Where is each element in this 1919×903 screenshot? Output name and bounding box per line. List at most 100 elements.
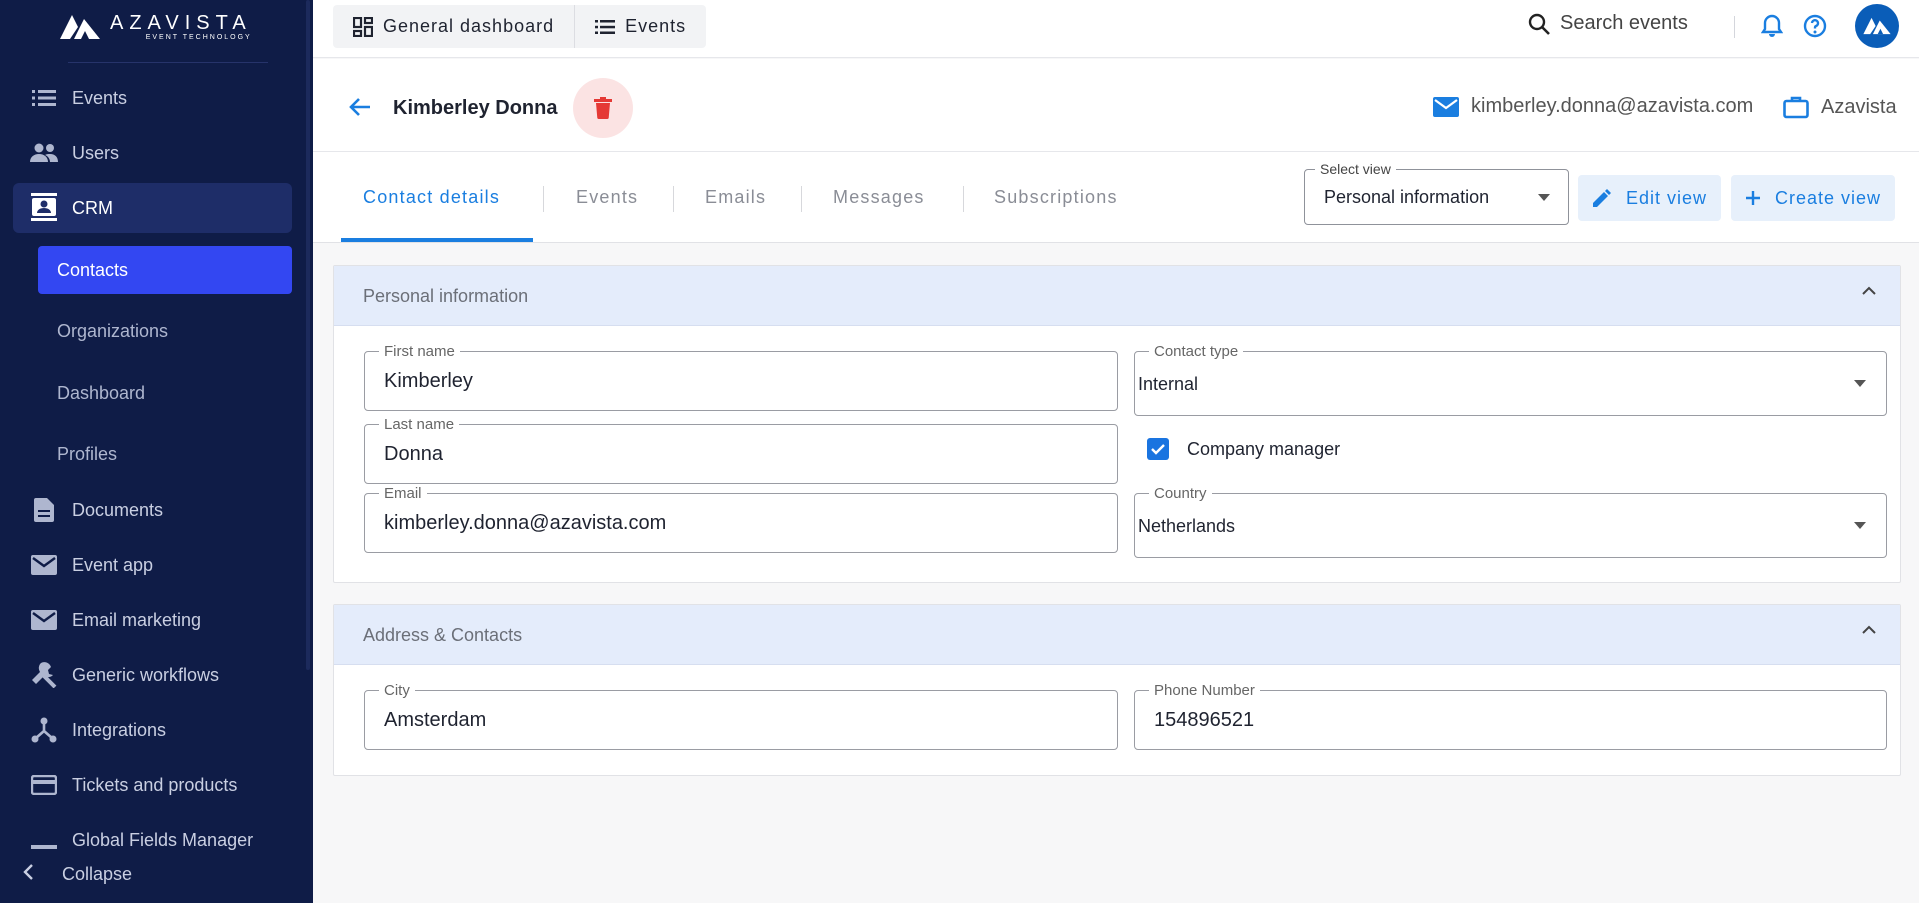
sidebar-item-crm[interactable]: CRM [13, 183, 292, 233]
back-button[interactable] [349, 97, 371, 122]
company-manager-checkbox[interactable]: Company manager [1147, 438, 1340, 460]
select-view-value: Personal information [1324, 187, 1490, 207]
sidebar-item-label: Event app [72, 554, 154, 575]
sidebar-subitem-profiles[interactable]: Profiles [38, 430, 292, 478]
sidebar-item-label: Email marketing [72, 609, 202, 630]
mail-icon [30, 608, 58, 632]
top-tabs: General dashboard Events [333, 5, 707, 48]
city-field[interactable]: City Amsterdam [364, 682, 1118, 750]
brand-tagline: EVENT TECHNOLOGY [145, 33, 252, 41]
list-icon [595, 19, 616, 34]
contact-tabs: Contact details Events Emails Messages S… [313, 152, 1919, 243]
top-tab-general-dashboard[interactable]: General dashboard [333, 5, 574, 48]
sidebar-item-event-app[interactable]: Event app [0, 541, 313, 589]
integration-icon [30, 717, 58, 743]
sidebar-item-label: Global Fields Manager [72, 829, 254, 850]
first-name-label: First name [379, 343, 460, 360]
sidebar-subitem-contacts[interactable]: Contacts [38, 246, 292, 294]
active-tab-indicator [341, 238, 533, 242]
sidebar-item-events[interactable]: Events [0, 74, 313, 122]
mail-icon [30, 553, 58, 577]
phone-number-label: Phone Number [1149, 682, 1260, 699]
sidebar-item-label: Integrations [72, 719, 167, 740]
edit-view-label: Edit view [1626, 187, 1708, 208]
address-contacts-panel: Address & Contacts City Amsterdam Phone … [333, 604, 1901, 776]
caret-down-icon [1854, 380, 1866, 387]
top-tab-events[interactable]: Events [574, 5, 706, 48]
top-tab-label: General dashboard [383, 16, 555, 36]
caret-down-icon [1538, 194, 1550, 201]
azavista-logo-icon [1863, 17, 1891, 35]
sidebar-collapse-button[interactable]: Collapse [0, 854, 313, 894]
country-label: Country [1149, 485, 1212, 502]
notifications-button[interactable] [1760, 14, 1784, 43]
list-icon [30, 86, 58, 110]
logo-divider [68, 62, 268, 63]
chevron-up-icon[interactable] [1862, 286, 1876, 295]
help-button[interactable] [1803, 14, 1827, 43]
sidebar-item-documents[interactable]: Documents [0, 486, 313, 534]
azavista-logo[interactable]: AZAVISTA EVENT TECHNOLOGY [58, 10, 252, 44]
tab-divider [543, 186, 544, 212]
panel-title: Address & Contacts [363, 625, 523, 645]
last-name-field[interactable]: Last name Donna [364, 416, 1118, 484]
tab-messages[interactable]: Messages [833, 187, 925, 208]
create-view-button[interactable]: Create view [1731, 175, 1896, 221]
sidebar-subitem-organizations[interactable]: Organizations [38, 307, 292, 355]
sidebar-item-email-marketing[interactable]: Email marketing [0, 596, 313, 644]
tab-divider [801, 186, 802, 212]
document-icon [30, 498, 58, 522]
bell-icon [1760, 14, 1784, 37]
country-select[interactable]: Country Netherlands [1134, 485, 1887, 558]
first-name-value: Kimberley [384, 370, 473, 392]
sidebar-item-users[interactable]: Users [0, 129, 313, 177]
search-events[interactable]: Search events [1528, 12, 1688, 35]
contact-organization: Azavista [1821, 95, 1897, 118]
panel-header[interactable]: Address & Contacts [334, 605, 1900, 665]
sidebar-item-generic-workflows[interactable]: Generic workflows [0, 651, 313, 699]
tab-subscriptions[interactable]: Subscriptions [994, 187, 1118, 208]
email-label: Email [379, 485, 427, 502]
plus-icon [1746, 191, 1760, 205]
topbar-divider [1734, 16, 1735, 38]
tab-emails[interactable]: Emails [705, 187, 766, 208]
select-view-label: Select view [1315, 161, 1396, 177]
email-field[interactable]: Email kimberley.donna@azavista.com [364, 485, 1118, 553]
help-icon [1803, 14, 1827, 38]
contact-card-icon [30, 193, 58, 221]
delete-contact-button[interactable] [573, 78, 633, 138]
phone-number-field[interactable]: Phone Number 154896521 [1134, 682, 1887, 750]
mail-icon [1433, 96, 1459, 117]
pencil-icon [1593, 189, 1611, 207]
panel-header[interactable]: Personal information [334, 266, 1900, 326]
chevron-up-icon[interactable] [1862, 625, 1876, 634]
sidebar-item-label: CRM [72, 197, 113, 218]
contact-name: Kimberley Donna [393, 97, 558, 119]
panel-title: Personal information [363, 286, 529, 306]
avatar[interactable] [1855, 4, 1899, 48]
contact-email: kimberley.donna@azavista.com [1471, 95, 1754, 117]
tab-events[interactable]: Events [576, 187, 638, 208]
city-value: Amsterdam [384, 709, 487, 731]
sidebar-item-integrations[interactable]: Integrations [0, 706, 313, 754]
brand-name: AZAVISTA [110, 11, 252, 34]
wrench-icon [30, 662, 58, 688]
contact-organization-link[interactable]: Azavista [1783, 95, 1897, 119]
select-view-dropdown[interactable]: Select view Personal information [1304, 161, 1569, 225]
briefcase-icon [1783, 96, 1809, 119]
first-name-field[interactable]: First name Kimberley [364, 343, 1118, 411]
contact-email-link[interactable]: kimberley.donna@azavista.com [1433, 95, 1753, 118]
checkbox-checked-icon[interactable] [1147, 438, 1169, 460]
sidebar-item-tickets-products[interactable]: Tickets and products [0, 761, 313, 809]
dashboard-icon [353, 16, 373, 37]
last-name-label: Last name [379, 416, 460, 433]
trash-icon [594, 97, 612, 119]
email-value: kimberley.donna@azavista.com [384, 512, 667, 534]
sidebar-subitem-dashboard[interactable]: Dashboard [38, 369, 292, 417]
tab-contact-details[interactable]: Contact details [363, 187, 500, 208]
contact-header: Kimberley Donna kimberley.donna@azavista… [313, 59, 1919, 152]
create-view-label: Create view [1775, 187, 1882, 208]
contact-type-select[interactable]: Contact type Internal [1134, 343, 1887, 416]
tab-divider [673, 186, 674, 212]
edit-view-button[interactable]: Edit view [1578, 175, 1722, 221]
